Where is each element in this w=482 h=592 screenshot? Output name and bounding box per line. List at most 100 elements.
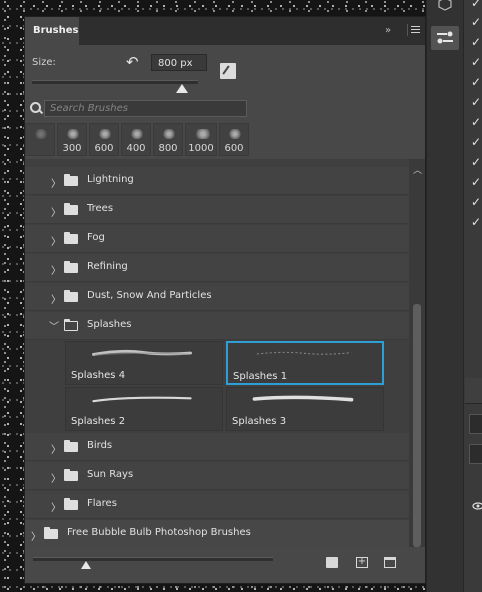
chevron-down-icon[interactable]: ﹀: [49, 318, 59, 333]
folder-row[interactable]: 〉 Refining: [25, 254, 409, 282]
recent-brush[interactable]: 400: [121, 123, 151, 156]
check-icon[interactable]: ✓: [471, 76, 482, 88]
recent-brushes: 300 600 400 800 1000 600: [25, 123, 425, 159]
recent-brush[interactable]: 300: [57, 123, 87, 156]
chevron-right-icon[interactable]: 〉: [51, 499, 61, 514]
folder-icon: [64, 261, 78, 273]
delete-icon[interactable]: [384, 557, 396, 568]
search-icon: [30, 102, 41, 113]
scrollbar[interactable]: ︿: [409, 159, 425, 547]
brush-stroke-preview: [92, 396, 192, 403]
hamburger-icon[interactable]: [407, 24, 423, 36]
brush-stroke-preview: [92, 349, 192, 356]
search-input[interactable]: [44, 100, 247, 117]
chevron-right-icon[interactable]: 〉: [51, 470, 61, 485]
folder-icon: [64, 174, 78, 186]
check-icon[interactable]: ✓: [471, 16, 482, 28]
chevron-right-icon[interactable]: 〉: [31, 528, 41, 543]
check-icon[interactable]: ✓: [471, 176, 482, 188]
check-icon[interactable]: ✓: [471, 36, 482, 48]
recent-brush[interactable]: 1000: [185, 123, 217, 156]
chevron-right-icon[interactable]: 〉: [51, 175, 61, 190]
new-group-icon[interactable]: [326, 557, 338, 568]
folder-row[interactable]: 〉 Fog: [25, 225, 409, 253]
folder-name: Refining: [87, 261, 128, 272]
brush-name: Splashes 3: [232, 416, 287, 427]
brush-name: Splashes 1: [233, 371, 288, 382]
folder-name: Splashes: [87, 319, 132, 330]
size-slider[interactable]: [32, 80, 198, 84]
folder-row[interactable]: 〉 Trees: [25, 196, 409, 224]
check-icon[interactable]: ✓: [471, 216, 482, 228]
new-brush-icon[interactable]: +: [356, 557, 368, 568]
brush-tile-selected[interactable]: Splashes 1: [226, 341, 384, 385]
folder-row[interactable]: 〉 Birds: [25, 433, 409, 461]
brush-settings-dock-icon[interactable]: [431, 26, 459, 50]
folder-icon: [64, 203, 78, 215]
folder-name: Dust, Snow And Particles: [87, 290, 212, 301]
folder-name: Flares: [87, 498, 117, 509]
brush-tile[interactable]: Splashes 3: [226, 387, 384, 431]
brush-tile[interactable]: Splashes 4: [65, 341, 223, 385]
panel-footer: +: [25, 547, 425, 583]
check-icon[interactable]: ✓: [471, 156, 482, 168]
splashes-brush-grid: Splashes 4 Splashes 1 Splashes 2 Splashe…: [25, 341, 409, 433]
check-icon[interactable]: ✓: [471, 196, 482, 208]
chevron-right-icon[interactable]: 〉: [51, 441, 61, 456]
folder-name: Fog: [87, 232, 105, 243]
folder-icon: [64, 498, 78, 510]
folder-name: Sun Rays: [87, 469, 134, 480]
check-icon[interactable]: ✓: [471, 116, 482, 128]
folder-icon: [64, 469, 78, 481]
folder-name: Lightning: [87, 174, 134, 185]
folder-name: Free Bubble Bulb Photoshop Brushes: [67, 527, 251, 538]
3d-icon[interactable]: [431, 0, 459, 18]
right-dock: ✓ ✓ ✓ ✓ ✓ ✓ ✓ ✓ ✓ ✓ ✓ ✓: [426, 0, 482, 592]
recent-brush[interactable]: [25, 123, 55, 156]
check-icon[interactable]: ✓: [471, 136, 482, 148]
folder-row[interactable]: 〉 Free Bubble Bulb Photoshop Brushes: [25, 520, 409, 548]
size-slider-thumb[interactable]: [176, 84, 188, 93]
chevron-right-icon[interactable]: 〉: [51, 262, 61, 277]
size-label: Size:: [32, 57, 56, 68]
eye-icon[interactable]: [469, 500, 482, 520]
folder-icon: [64, 290, 78, 302]
brush-name: Splashes 2: [71, 416, 126, 427]
folder-row[interactable]: 〉 Dust, Snow And Particles: [25, 283, 409, 311]
collapse-panel-icon[interactable]: »: [385, 25, 391, 36]
side-field-fragment[interactable]: [469, 414, 482, 434]
brush-stroke-preview: [252, 395, 354, 402]
folder-icon: [64, 232, 78, 244]
scroll-up-icon[interactable]: ︿: [413, 163, 422, 176]
recent-brush[interactable]: 600: [219, 123, 249, 156]
folder-name: Birds: [87, 440, 113, 451]
folder-row[interactable]: 〉 Flares: [25, 491, 409, 519]
folder-row[interactable]: 〉 Sun Rays: [25, 462, 409, 490]
reset-icon[interactable]: ↶: [126, 53, 139, 71]
brushes-panel: Brushes » Size: ↶ 800 px 300 600 400 800…: [24, 16, 426, 584]
dock-icon-strip: [427, 0, 464, 592]
folder-row[interactable]: 〉 Lightning: [25, 167, 409, 195]
brush-name: Splashes 4: [71, 370, 126, 381]
folder-row-expanded[interactable]: ﹀ Splashes: [25, 312, 409, 340]
side-field-fragment[interactable]: [469, 444, 482, 464]
size-input[interactable]: 800 px: [151, 54, 207, 71]
check-icon[interactable]: ✓: [471, 96, 482, 108]
folder-open-icon: [64, 319, 78, 331]
scroll-thumb[interactable]: [413, 304, 421, 547]
brush-tile[interactable]: Splashes 2: [65, 387, 223, 431]
recent-brush[interactable]: 800: [153, 123, 183, 156]
chevron-right-icon[interactable]: 〉: [51, 204, 61, 219]
check-icon[interactable]: ✓: [471, 0, 482, 9]
preview-size-slider-thumb[interactable]: [81, 561, 91, 569]
check-icon[interactable]: ✓: [471, 56, 482, 68]
folder-icon: [64, 440, 78, 452]
layers-tab-fragment[interactable]: [465, 378, 482, 404]
chevron-right-icon[interactable]: 〉: [51, 233, 61, 248]
chevron-right-icon[interactable]: 〉: [51, 291, 61, 306]
brush-settings-icon[interactable]: [220, 63, 236, 79]
tab-brushes[interactable]: Brushes: [25, 17, 79, 45]
brush-stroke-preview: [256, 351, 352, 355]
preview-size-slider[interactable]: [33, 557, 273, 561]
recent-brush[interactable]: 600: [89, 123, 119, 156]
